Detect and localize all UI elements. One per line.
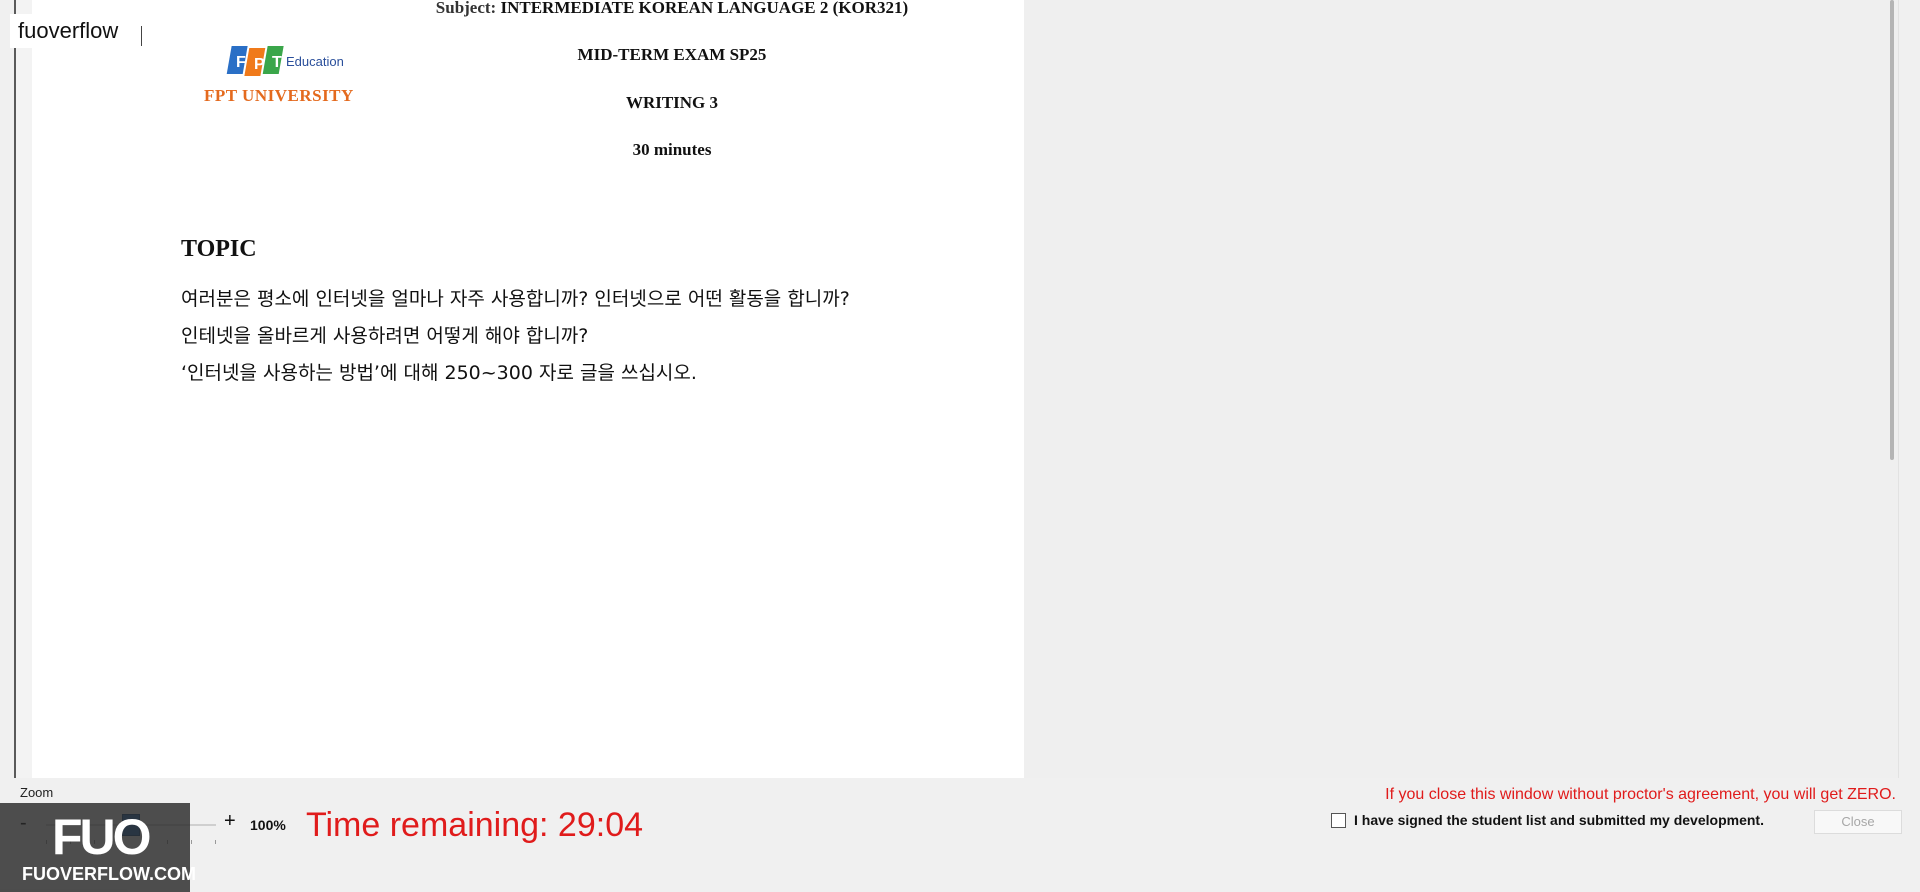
- question-line: 여러분은 평소에 인터넷을 얼마나 자주 사용합니까? 인터넷으로 어떤 활동을…: [181, 288, 850, 310]
- close-warning: If you close this window without proctor…: [1385, 786, 1896, 803]
- exam-page: F P T Education FPT UNIVERSITY Subject: …: [32, 0, 1024, 778]
- question-line: 인테넷을 올바르게 사용하려면 어떻게 해야 합니까?: [181, 325, 589, 347]
- exam-window: F P T Education FPT UNIVERSITY Subject: …: [0, 0, 1920, 892]
- agreement-label[interactable]: I have signed the student list and submi…: [1354, 812, 1764, 828]
- text-caret: [141, 26, 142, 46]
- zoom-value: 100%: [250, 817, 286, 833]
- exam-duration: 30 minutes: [632, 140, 712, 159]
- agreement-checkbox[interactable]: [1331, 812, 1346, 828]
- subject-name: INTERMEDIATE KOREAN LANGUAGE 2 (KOR321): [500, 0, 909, 17]
- left-frame-border: [14, 0, 16, 778]
- vertical-scrollbar[interactable]: [1898, 0, 1918, 778]
- agreement-row[interactable]: I have signed the student list and submi…: [1331, 812, 1764, 828]
- question-line: ‘인터넷을 사용하는 방법’에 대해 250~300 자로 글을 쓰십시오.: [181, 362, 697, 384]
- time-remaining: Time remaining: 29:04: [306, 806, 644, 844]
- exam-name: MID-TERM EXAM SP25: [577, 45, 767, 64]
- fuo-watermark-logo: FUO: [52, 809, 152, 865]
- zoom-label: Zoom: [20, 785, 54, 800]
- document-viewer[interactable]: F P T Education FPT UNIVERSITY Subject: …: [16, 0, 1918, 778]
- topic-heading: TOPIC: [181, 236, 257, 262]
- subject-line: Subject: INTERMEDIATE KOREAN LANGUAGE 2 …: [32, 0, 1312, 18]
- exam-section: WRITING 3: [625, 93, 719, 112]
- close-button[interactable]: Close: [1814, 810, 1902, 834]
- fuo-watermark-site: FUOVERFLOW.COM: [22, 864, 196, 884]
- zoom-in-button[interactable]: +: [224, 810, 236, 833]
- scrollbar-thumb[interactable]: [1890, 0, 1894, 460]
- page-gutter: [16, 0, 32, 778]
- watermark-label: fuoverflow: [10, 14, 127, 48]
- subject-prefix: Subject:: [435, 0, 497, 17]
